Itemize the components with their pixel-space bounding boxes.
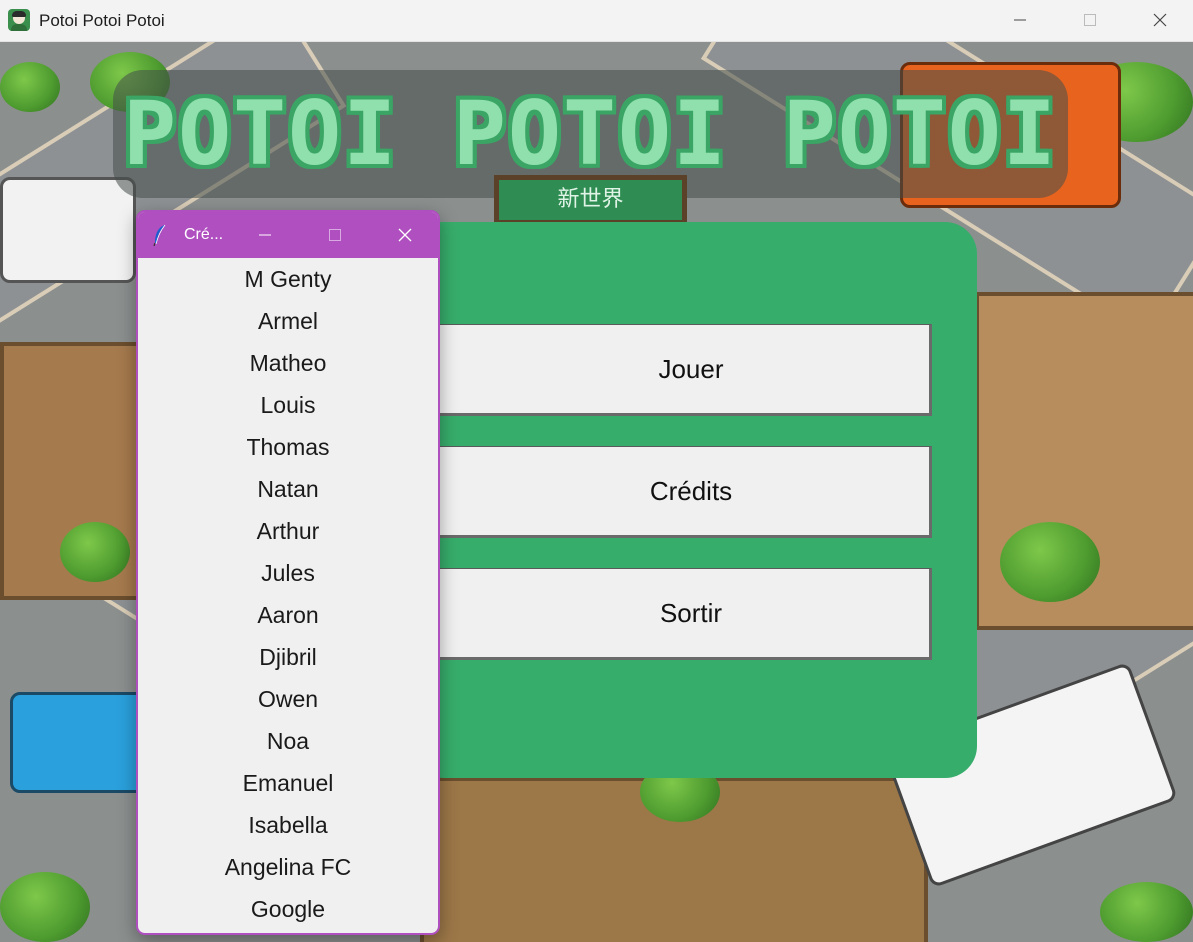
maximize-icon [1084,14,1096,26]
app-avatar-icon [8,9,30,31]
tree [1000,522,1100,602]
credit-name: Isabella [248,812,328,838]
tree [0,872,90,942]
credits-titlebar: Cré... [138,212,438,258]
credit-name: Angelina FC [224,854,352,880]
credits-button[interactable]: Crédits [412,446,932,538]
close-icon [398,228,412,242]
credit-name: Noa [266,728,310,754]
white-car [0,177,136,283]
game-title: POTOI POTOI POTOI [123,82,1058,185]
credit-name: Jules [261,560,315,586]
quit-button[interactable]: Sortir [412,568,932,660]
minimize-icon [1014,19,1026,21]
tree [60,522,130,582]
credits-maximize-button[interactable] [312,212,358,258]
credit-name: Armel [257,308,319,334]
credit-name: Thomas [246,434,330,460]
maximize-button[interactable] [1067,0,1113,40]
credit-name: M Genty [244,266,332,292]
credit-name: Arthur [256,518,320,544]
credit-name: Google [250,896,326,922]
maximize-icon [329,229,341,241]
credits-names-list: M Genty Armel Matheo Louis Thomas Natan … [138,258,438,930]
play-button[interactable]: Jouer [412,324,932,416]
minimize-icon [259,234,271,236]
feather-icon [152,224,168,251]
credit-name: Matheo [249,350,327,376]
tree [1100,882,1193,942]
school-sign: 新世界 [494,175,687,225]
tree [0,62,60,112]
credit-name: Aaron [257,602,319,628]
window-title: Potoi Potoi Potoi [39,11,165,30]
credits-window-title: Cré... [184,226,224,243]
credit-name: Louis [260,392,316,418]
credit-name: Owen [257,686,319,712]
credit-name: Emanuel [242,770,334,796]
minimize-button[interactable] [997,0,1043,40]
window-titlebar: Potoi Potoi Potoi [0,0,1193,42]
credits-close-button[interactable] [382,212,428,258]
credit-name: Natan [257,476,319,502]
credit-name: Djibril [259,644,317,670]
credits-minimize-button[interactable] [242,212,288,258]
blue-car [10,692,146,793]
close-button[interactable] [1137,0,1183,40]
credits-window: Cré... M Genty Armel Matheo Louis Thomas… [136,210,440,935]
close-icon [1153,13,1167,27]
